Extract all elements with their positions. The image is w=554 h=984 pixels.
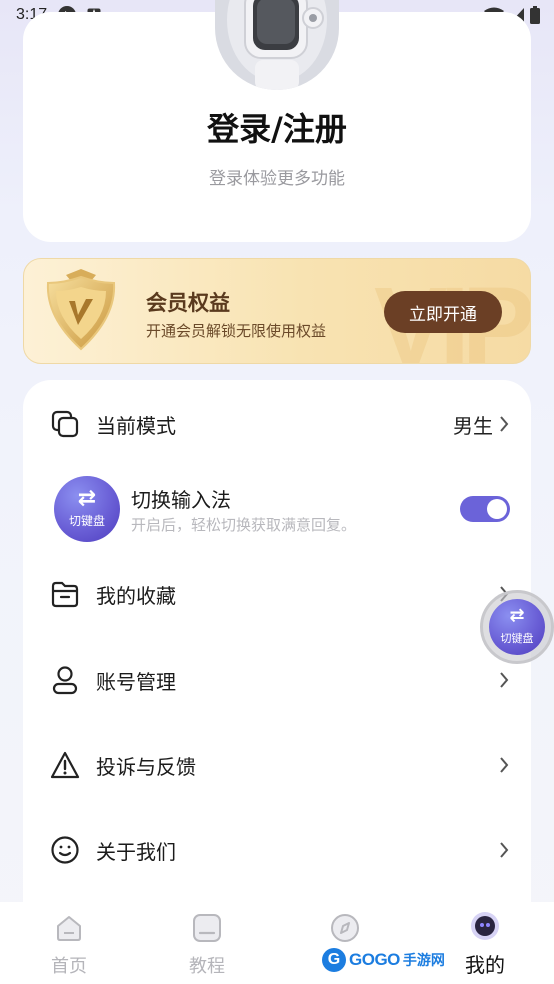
menu-row-switch-ime: ⇄ 切键盘 切换输入法 开启后，轻松切换获取满意回复。 (23, 474, 531, 554)
switch-ime-description: 开启后，轻松切换获取满意回复。 (131, 516, 357, 534)
tutorial-icon (191, 912, 223, 944)
swap-arrows-icon: ⇄ (509, 605, 525, 626)
battery-icon (530, 6, 540, 28)
menu-row-feedback[interactable]: 投诉与反馈 (23, 735, 531, 795)
keyboard-logo-text: 切键盘 (68, 514, 105, 528)
gogo-logo-icon: G (322, 948, 346, 972)
swap-arrows-icon: ⇄ (77, 486, 97, 511)
nav-home[interactable]: 首页 (14, 902, 124, 984)
smile-icon (49, 834, 81, 866)
menu-row-account[interactable]: 账号管理 (23, 650, 531, 710)
user-icon (49, 664, 81, 696)
chevron-right-icon (497, 414, 511, 434)
vip-title: 会员权益 (146, 291, 230, 315)
nav-tutorial[interactable]: 教程 (152, 902, 262, 984)
profile-icon (469, 910, 501, 942)
home-icon (53, 912, 85, 944)
vip-badge-icon (36, 265, 126, 361)
current-mode-label: 当前模式 (96, 413, 176, 438)
about-label: 关于我们 (96, 839, 176, 864)
activate-vip-button[interactable]: 立即开通 (384, 291, 502, 333)
vip-description: 开通会员解锁无限使用权益 (146, 322, 327, 340)
copy-mode-icon (49, 408, 81, 440)
floating-keyboard-inner: ⇄ 切键盘 (489, 599, 545, 655)
menu-row-current-mode[interactable]: 当前模式 男生 (23, 394, 531, 454)
bottom-nav: 首页 教程 我的 (0, 902, 554, 984)
menu-row-favorites[interactable]: 我的收藏 (23, 564, 531, 624)
feedback-label: 投诉与反馈 (96, 754, 196, 779)
login-register-title[interactable]: 登录/注册 (0, 104, 554, 150)
nav-tutorial-label: 教程 (189, 956, 225, 977)
switch-ime-toggle[interactable] (460, 496, 510, 522)
current-mode-value: 男生 (453, 413, 493, 438)
vip-banner[interactable]: VIP 会员权益 开通会员解锁无限使用权益 立即开通 (23, 258, 531, 364)
toggle-knob (487, 499, 507, 519)
switch-ime-title: 切换输入法 (131, 488, 231, 512)
floating-keyboard-button[interactable]: ⇄ 切键盘 (480, 590, 554, 664)
chevron-right-icon (497, 840, 511, 860)
gogo-brand-text: GOGO (349, 950, 400, 969)
chevron-right-icon (497, 755, 511, 775)
login-subtitle: 登录体验更多功能 (209, 169, 345, 189)
compass-icon (329, 912, 361, 944)
folder-icon (49, 578, 81, 610)
gogo-cn-text: 手游网 (402, 953, 445, 969)
gogo-watermark-logo: G GOGO 手游网 (322, 946, 458, 974)
nav-home-label: 首页 (51, 956, 87, 977)
menu-card: 当前模式 男生 ⇄ 切键盘 切换输入法 开启后，轻松切换获取满意回复。 我的收藏… (23, 380, 531, 920)
warning-icon (49, 749, 81, 781)
floating-keyboard-text: 切键盘 (500, 632, 534, 645)
favorites-label: 我的收藏 (96, 583, 176, 608)
menu-row-about[interactable]: 关于我们 (23, 820, 531, 880)
chevron-right-icon (497, 670, 511, 690)
account-label: 账号管理 (96, 669, 176, 694)
keyboard-switch-logo: ⇄ 切键盘 (54, 476, 120, 542)
